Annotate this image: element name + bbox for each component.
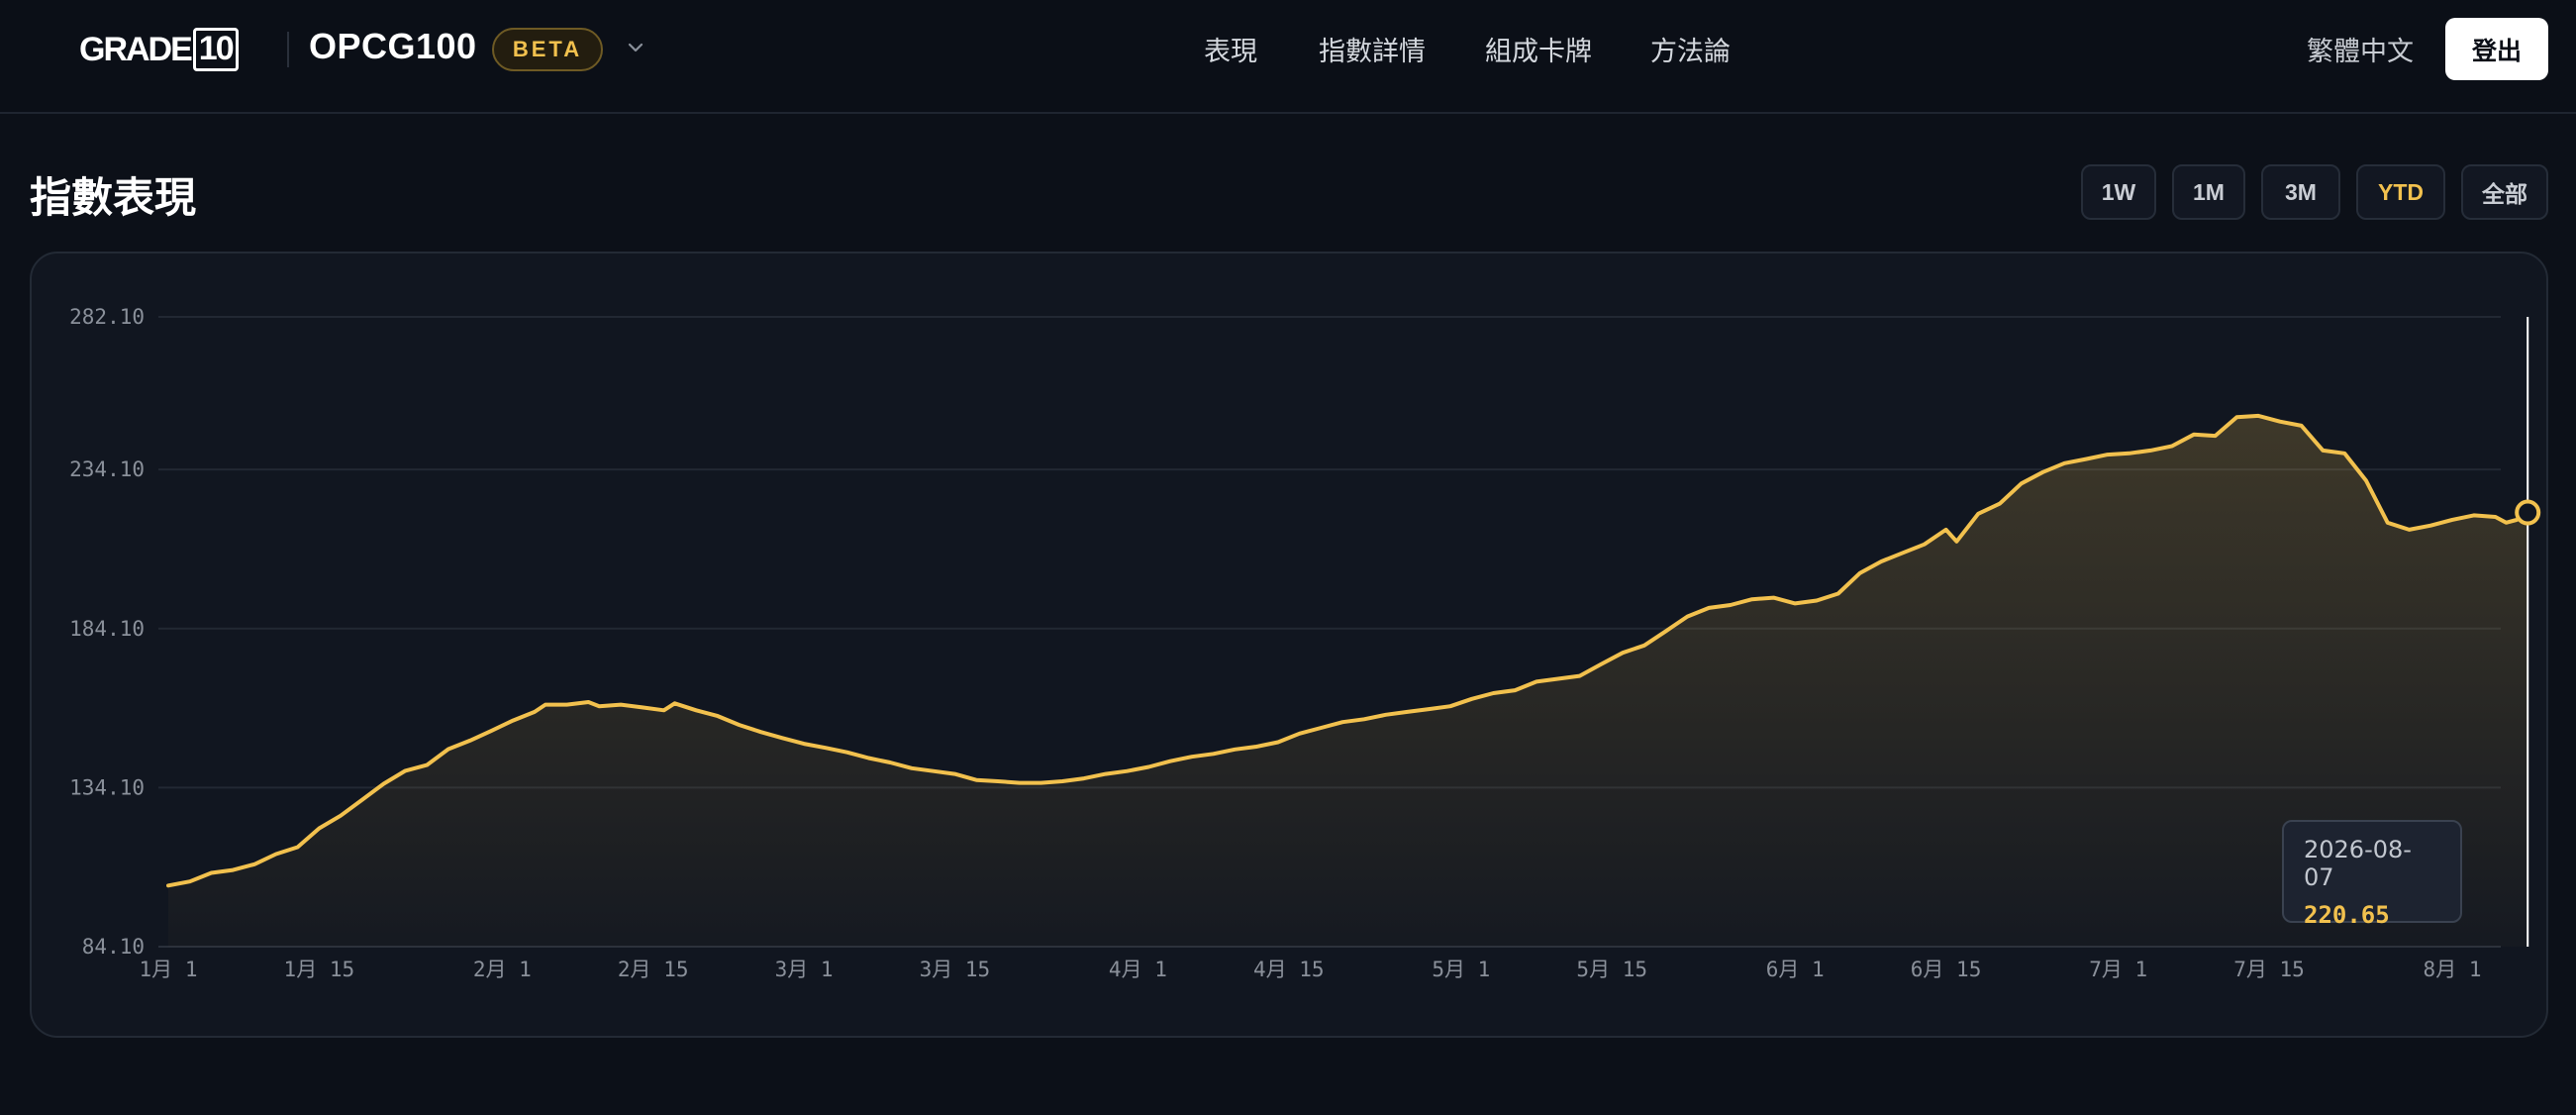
chart-card: 282.10 234.10 184.10 134.10 84.10 1月 1 1月 15 2月… <box>30 252 2548 1038</box>
x-tick-label: 4月 15 <box>1253 958 1325 981</box>
x-tick-label: 2月 15 <box>618 958 689 981</box>
x-tick-label: 1月 1 <box>140 958 198 981</box>
nav-index-details[interactable]: 指數詳情 <box>1319 30 1426 68</box>
product-name: OPCG100 <box>309 26 477 66</box>
x-tick-label: 4月 1 <box>1109 958 1167 981</box>
grade10-logo[interactable]: GRADE 10 <box>79 28 239 71</box>
x-tick-label: 2月 1 <box>473 958 532 981</box>
range-1w-button[interactable]: 1W <box>2081 164 2156 220</box>
nav-performance[interactable]: 表現 <box>1204 30 1257 68</box>
logo-text: GRADE <box>79 30 193 68</box>
x-tick-label: 6月 15 <box>1911 958 1982 981</box>
x-tick-label: 6月 1 <box>1766 958 1825 981</box>
top-navigation-bar: GRADE 10 OPCG100 BETA 表現 指數詳情 組成卡牌 方法論 繁… <box>0 0 2576 114</box>
y-tick-label: 184.10 <box>69 617 145 641</box>
x-tick-label: 5月 15 <box>1576 958 1647 981</box>
series-area-fill <box>168 415 2528 947</box>
section-title: 指數表現 <box>30 173 197 222</box>
tooltip-date: 2026-08-07 <box>2304 836 2412 891</box>
header-divider <box>287 32 289 67</box>
range-ytd-button[interactable]: YTD <box>2356 164 2445 220</box>
performance-chart[interactable]: 282.10 234.10 184.10 134.10 84.101月 1 1月 15 2月… <box>32 253 2550 1040</box>
logo-number: 10 <box>192 28 239 71</box>
x-tick-label: 1月 15 <box>284 958 355 981</box>
y-tick-label: 84.10 <box>82 935 145 959</box>
chevron-down-icon[interactable] <box>624 36 647 59</box>
nav-constituent-cards[interactable]: 組成卡牌 <box>1485 30 1592 68</box>
beta-badge: BETA <box>492 28 603 71</box>
nav-methodology[interactable]: 方法論 <box>1650 30 1731 68</box>
x-tick-label: 8月 1 <box>2424 958 2482 981</box>
y-tick-label: 282.10 <box>69 305 145 329</box>
tooltip-value: 220.65 <box>2304 901 2390 929</box>
range-1m-button[interactable]: 1M <box>2172 164 2245 220</box>
x-tick-label: 5月 1 <box>1432 958 1490 981</box>
x-tick-label: 3月 15 <box>920 958 991 981</box>
hover-point-marker <box>2515 499 2541 526</box>
range-all-button[interactable]: 全部 <box>2461 164 2548 220</box>
x-tick-label: 7月 15 <box>2233 958 2305 981</box>
range-3m-button[interactable]: 3M <box>2261 164 2340 220</box>
x-tick-label: 3月 1 <box>775 958 834 981</box>
logout-button[interactable]: 登出 <box>2445 18 2548 80</box>
chart-tooltip: 2026-08-07 220.65 <box>2282 820 2462 929</box>
y-tick-label: 134.10 <box>69 775 145 799</box>
language-selector[interactable]: 繁體中文 <box>2307 30 2414 68</box>
y-tick-label: 234.10 <box>69 457 145 481</box>
x-tick-label: 7月 1 <box>2089 958 2147 981</box>
